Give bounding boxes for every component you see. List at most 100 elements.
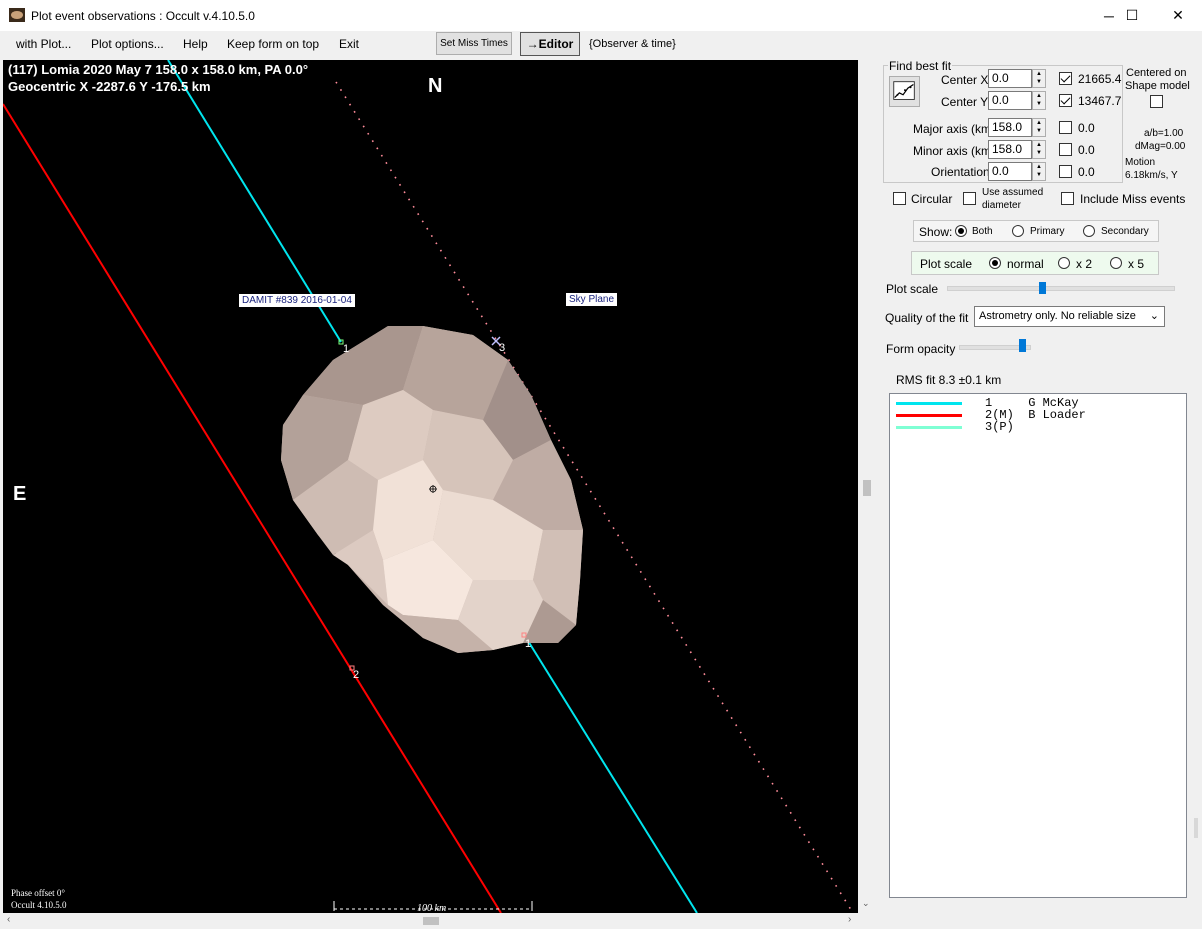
- center-y-checkbox[interactable]: [1059, 94, 1072, 107]
- legend-item-3[interactable]: 3(P): [890, 421, 1186, 434]
- menu-help[interactable]: Help: [183, 37, 208, 51]
- show-secondary-label: Secondary: [1101, 226, 1149, 237]
- scale-x5-label: x 5: [1128, 257, 1145, 271]
- major-axis-label: Major axis (km): [913, 122, 996, 136]
- scale-normal-label: normal: [1007, 257, 1044, 271]
- quality-of-fit-dropdown[interactable]: Astrometry only. No reliable size ⌄: [974, 306, 1165, 327]
- panel-scroll-hint: [1194, 818, 1198, 838]
- use-assumed-diameter-checkbox[interactable]: [963, 192, 976, 205]
- scale-x2-radio[interactable]: [1058, 257, 1070, 269]
- maximize-button[interactable]: ☐: [1109, 0, 1155, 31]
- chord-label-1-upper: 1: [343, 343, 350, 355]
- scale-normal-radio[interactable]: [989, 257, 1001, 269]
- show-label: Show:: [919, 225, 953, 239]
- window-title: Plot event observations : Occult v.4.10.…: [31, 9, 255, 23]
- chord-label-1-lower: 1: [525, 638, 532, 650]
- east-label: E: [13, 483, 27, 505]
- major-axis-spinner[interactable]: ▲ ▼: [1032, 118, 1046, 137]
- rms-fit-label: RMS fit 8.3 ±0.1 km: [896, 373, 1002, 387]
- vscroll-thumb[interactable]: [863, 480, 871, 496]
- minor-axis-spinner[interactable]: ▲ ▼: [1032, 140, 1046, 159]
- plot-scale-slider[interactable]: [947, 286, 1175, 291]
- centered-on-shape-model-checkbox[interactable]: [1150, 95, 1163, 108]
- sky-plane-label: Sky Plane: [566, 293, 618, 306]
- asteroid-shape-model: [281, 326, 583, 653]
- scroll-right-arrow-icon[interactable]: ›: [848, 914, 851, 925]
- minor-axis-input[interactable]: 158.0: [988, 140, 1032, 159]
- show-primary-label: Primary: [1030, 226, 1065, 237]
- use-assumed-label: Use assumed: [982, 187, 1044, 198]
- chord-1-line-lower: [524, 635, 698, 913]
- north-label: N: [428, 75, 443, 97]
- asteroid-app-icon: [9, 8, 25, 22]
- include-miss-events-checkbox[interactable]: [1061, 192, 1074, 205]
- show-both-label: Both: [972, 226, 993, 237]
- orientation-spinner[interactable]: ▲ ▼: [1032, 162, 1046, 181]
- scroll-down-arrow-icon[interactable]: ⌄: [862, 898, 870, 909]
- plot-scale-slider-thumb[interactable]: [1038, 282, 1046, 294]
- form-opacity-slider-thumb[interactable]: [1018, 339, 1026, 352]
- chevron-down-icon: ⌄: [1149, 310, 1159, 322]
- circular-label: Circular: [911, 192, 953, 206]
- dmag-label: dMag=0.00: [1135, 141, 1186, 152]
- center-x-checkbox[interactable]: [1059, 72, 1072, 85]
- scale-bar-label: 100 km: [417, 903, 447, 913]
- minor-axis-label: Minor axis (km): [913, 144, 996, 158]
- center-x-label: Center X: [941, 73, 989, 87]
- minor-axis-checkbox[interactable]: [1059, 143, 1072, 156]
- orientation-checkbox[interactable]: [1059, 165, 1072, 178]
- plot-vertical-scrollbar[interactable]: ⌄: [859, 60, 876, 913]
- orientation-label: Orientation: [931, 165, 990, 179]
- center-x-spinner[interactable]: ▲ ▼: [1032, 69, 1046, 88]
- show-secondary-radio[interactable]: [1083, 225, 1095, 237]
- plot-canvas[interactable]: (117) Lomia 2020 May 7 158.0 x 158.0 km,…: [3, 60, 858, 913]
- menu-bar: with Plot... Plot options... Help Keep f…: [0, 31, 1202, 57]
- center-y-input[interactable]: 0.0: [988, 91, 1032, 110]
- scroll-left-arrow-icon[interactable]: ‹: [7, 914, 10, 925]
- fit-chart-icon: [893, 81, 915, 100]
- observer-time-label: {Observer & time}: [589, 38, 676, 50]
- plot-scale-group-label: Plot scale: [920, 257, 973, 271]
- show-primary-radio[interactable]: [1012, 225, 1024, 237]
- version-label: Occult 4.10.5.0: [11, 900, 67, 910]
- ab-ratio-label: a/b=1.00: [1144, 128, 1184, 139]
- set-miss-times-button[interactable]: Set Miss Times: [436, 32, 512, 55]
- damit-label: DAMIT #839 2016-01-04: [239, 294, 355, 307]
- scale-x5-radio[interactable]: [1110, 257, 1122, 269]
- menu-keep-form-on-top[interactable]: Keep form on top: [227, 37, 319, 51]
- phase-offset-label: Phase offset 0°: [11, 888, 65, 898]
- chord-label-2: 2: [353, 669, 360, 681]
- major-axis-input[interactable]: 158.0: [988, 118, 1032, 137]
- find-best-fit-label: Find best fit: [888, 59, 953, 73]
- centered-on-label: Centered on: [1126, 67, 1187, 79]
- editor-button[interactable]: →Editor: [520, 32, 580, 56]
- center-x-input[interactable]: 0.0: [988, 69, 1032, 88]
- hscroll-thumb[interactable]: [423, 917, 439, 925]
- center-y-fit-value: 13467.7: [1078, 94, 1122, 108]
- form-opacity-label: Form opacity: [886, 342, 956, 356]
- legend-color-swatch: [896, 414, 962, 417]
- title-bar: Plot event observations : Occult v.4.10.…: [0, 0, 1202, 31]
- plot-graphics: [3, 60, 854, 913]
- show-both-radio[interactable]: [955, 225, 967, 237]
- minor-axis-fit-value: 0.0: [1078, 143, 1095, 157]
- plot-horizontal-scrollbar[interactable]: ‹ ›: [3, 913, 858, 929]
- orientation-input[interactable]: 0.0: [988, 162, 1032, 181]
- find-best-fit-button[interactable]: [889, 76, 920, 107]
- menu-plot-options[interactable]: Plot options...: [91, 37, 164, 51]
- chord-label-3: 3: [499, 342, 506, 354]
- menu-with-plot[interactable]: with Plot...: [16, 37, 71, 51]
- observer-legend-list[interactable]: 1 G McKay 2(M) B Loader 3(P): [889, 393, 1187, 898]
- menu-exit[interactable]: Exit: [339, 37, 359, 51]
- diameter-label: diameter: [982, 200, 1021, 211]
- major-axis-checkbox[interactable]: [1059, 121, 1072, 134]
- center-y-label: Center Y: [941, 95, 989, 109]
- plot-header-line1: (117) Lomia 2020 May 7 158.0 x 158.0 km,…: [8, 62, 309, 77]
- quality-of-fit-label: Quality of the fit: [885, 311, 969, 325]
- center-y-spinner[interactable]: ▲ ▼: [1032, 91, 1046, 110]
- close-button[interactable]: ✕: [1155, 0, 1201, 31]
- legend-color-swatch: [896, 402, 962, 405]
- circular-checkbox[interactable]: [893, 192, 906, 205]
- legend-color-swatch: [896, 426, 962, 429]
- center-x-fit-value: 21665.4: [1078, 72, 1122, 86]
